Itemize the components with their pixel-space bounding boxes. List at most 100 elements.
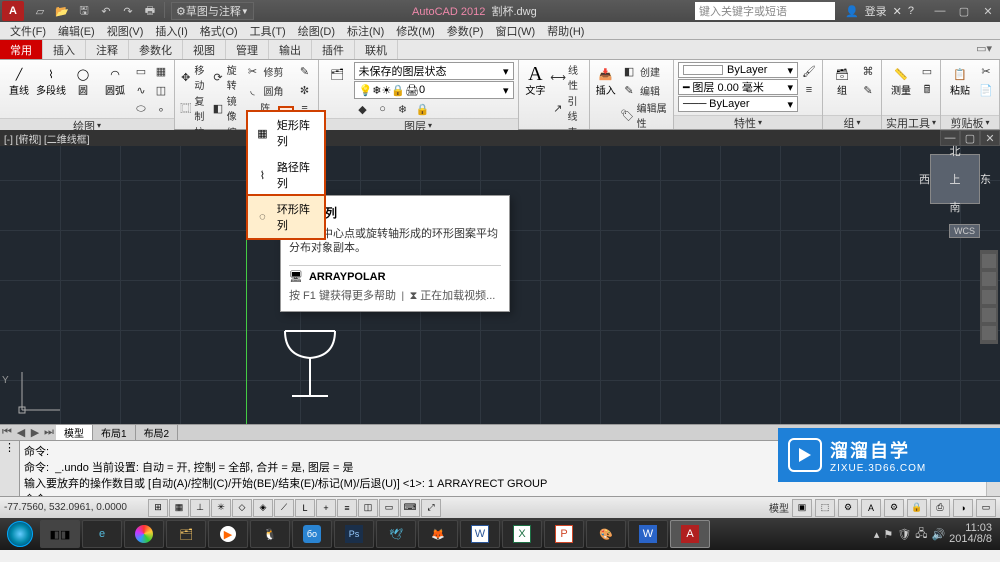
lock-icon[interactable]: 🔒: [907, 499, 927, 517]
layer-iso-icon[interactable]: ◆: [354, 100, 372, 118]
taskbar-ppt[interactable]: P: [544, 520, 584, 548]
menu-insert[interactable]: 插入(I): [149, 22, 193, 39]
tab-manage[interactable]: 管理: [226, 40, 269, 59]
color-select[interactable]: ByLayer▾: [678, 62, 798, 78]
am-toggle[interactable]: ⤢: [421, 499, 441, 517]
menu-help[interactable]: 帮助(H): [541, 22, 590, 39]
signin-label[interactable]: 登录: [865, 3, 887, 19]
insert-block-button[interactable]: 📥插入: [594, 62, 618, 130]
exchange-icon[interactable]: ✕: [893, 5, 902, 18]
layout-tab-model[interactable]: 模型: [56, 425, 93, 440]
calc-icon[interactable]: 🖩: [918, 81, 936, 99]
start-button[interactable]: [2, 520, 38, 548]
ribbon-collapse-button[interactable]: ▭▾: [968, 40, 1000, 59]
wcs-badge[interactable]: WCS: [949, 224, 980, 238]
space-label[interactable]: 模型: [769, 500, 789, 515]
tab-insert[interactable]: 插入: [43, 40, 86, 59]
maximize-button[interactable]: ▢: [952, 2, 976, 20]
cut-icon[interactable]: ✂: [977, 62, 995, 80]
view-cube[interactable]: 北 东 南 西 上: [930, 154, 980, 204]
signin-icon[interactable]: 👤: [845, 5, 859, 18]
menu-tools[interactable]: 工具(T): [244, 22, 292, 39]
tpy-toggle[interactable]: ◫: [358, 499, 378, 517]
taskbar-wps[interactable]: W: [628, 520, 668, 548]
explode-icon[interactable]: ✼: [296, 81, 314, 99]
spline-icon[interactable]: ∿: [132, 81, 150, 99]
polyline-button[interactable]: ⌇多段线: [36, 62, 66, 118]
sc-toggle[interactable]: ⌨: [400, 499, 420, 517]
3dosnap-toggle[interactable]: ◈: [253, 499, 273, 517]
group-button[interactable]: 🗃组: [827, 62, 857, 115]
layer-select[interactable]: 💡❄☀🔒🖨 0▾: [354, 81, 514, 99]
nav-orbit-icon[interactable]: [982, 308, 996, 322]
taskbar-app-2[interactable]: 🕊: [376, 520, 416, 548]
status-extra-2[interactable]: ⬚: [815, 499, 835, 517]
linetype-select[interactable]: ─── ByLayer▾: [678, 96, 798, 112]
otrack-toggle[interactable]: ⟋: [274, 499, 294, 517]
layer-state-select[interactable]: 未保存的图层状态▾: [354, 62, 514, 80]
menu-edit[interactable]: 编辑(E): [52, 22, 101, 39]
taskbar-ps[interactable]: Ps: [334, 520, 374, 548]
measure-button[interactable]: 📏测量: [886, 62, 916, 115]
fillet-icon[interactable]: ◟: [244, 81, 262, 99]
array-path-item[interactable]: ⌇路径阵列: [248, 154, 324, 196]
clean-screen-icon[interactable]: ▭: [976, 499, 996, 517]
layer-freeze-icon[interactable]: ❄: [394, 100, 412, 118]
panel-clipboard-title[interactable]: 剪贴板 ▾: [941, 115, 999, 129]
tab-view[interactable]: 视图: [183, 40, 226, 59]
panel-properties-title[interactable]: 特性 ▾: [674, 115, 822, 129]
tab-parametric[interactable]: 参数化: [129, 40, 183, 59]
erase-icon[interactable]: ✎: [296, 62, 314, 80]
layer-lock-icon[interactable]: 🔒: [414, 100, 432, 118]
nav-zoom-icon[interactable]: [982, 290, 996, 304]
point-icon[interactable]: ∘: [152, 100, 170, 118]
dim-linear-icon[interactable]: ⟷: [550, 68, 566, 86]
taskbar-explorer[interactable]: 🗂: [166, 520, 206, 548]
coords-readout[interactable]: -77.7560, 532.0961, 0.0000: [4, 502, 144, 513]
taskbar-clock[interactable]: 11:032014/8/8: [949, 523, 992, 545]
taskbar-qq[interactable]: 🐧: [250, 520, 290, 548]
polar-toggle[interactable]: ✳: [211, 499, 231, 517]
tab-last-icon[interactable]: ⏭: [42, 426, 56, 440]
match-prop-icon[interactable]: 🖌: [800, 62, 818, 80]
layer-off-icon[interactable]: ○: [374, 100, 392, 118]
circle-button[interactable]: ◯圆: [68, 62, 98, 118]
status-extra-3[interactable]: ⚙: [838, 499, 858, 517]
new-icon[interactable]: ▱: [30, 2, 50, 20]
redo-icon[interactable]: ↷: [118, 2, 138, 20]
cmd-gutter[interactable]: ⋮: [0, 441, 20, 496]
rect-icon[interactable]: ▭: [132, 62, 150, 80]
copy-icon[interactable]: ⿴: [179, 99, 192, 117]
open-icon[interactable]: 📂: [52, 2, 72, 20]
menu-param[interactable]: 参数(P): [441, 22, 490, 39]
array-rect-item[interactable]: ▦矩形阵列: [248, 112, 324, 154]
tray-up-icon[interactable]: ▴: [874, 528, 880, 541]
taskbar-360[interactable]: бо: [292, 520, 332, 548]
hardware-accel-icon[interactable]: ⎙: [930, 499, 950, 517]
menu-modify[interactable]: 修改(M): [390, 22, 441, 39]
prop-list-icon[interactable]: ≡: [800, 81, 818, 99]
nav-wheel-icon[interactable]: [982, 254, 996, 268]
tray-shield-icon[interactable]: 🛡: [897, 528, 911, 541]
taskbar-excel[interactable]: X: [502, 520, 542, 548]
grid-toggle[interactable]: ▦: [169, 499, 189, 517]
app-logo[interactable]: A: [2, 1, 24, 21]
taskbar-word[interactable]: W: [460, 520, 500, 548]
osnap-toggle[interactable]: ◇: [232, 499, 252, 517]
undo-icon[interactable]: ↶: [96, 2, 116, 20]
mirror-icon[interactable]: ◧: [211, 99, 224, 117]
panel-group-title[interactable]: 组 ▾: [823, 115, 881, 129]
snap-toggle[interactable]: ⊞: [148, 499, 168, 517]
array-polar-item[interactable]: ◌环形阵列: [246, 194, 326, 240]
layout-tab-1[interactable]: 布局1: [93, 425, 136, 440]
line-button[interactable]: ╱直线: [4, 62, 34, 118]
trim-icon[interactable]: ✂: [244, 62, 262, 80]
menu-file[interactable]: 文件(F): [4, 22, 52, 39]
status-extra-1[interactable]: ▣: [792, 499, 812, 517]
tray-network-icon[interactable]: 🖧: [915, 525, 927, 544]
tab-annotate[interactable]: 注释: [86, 40, 129, 59]
isolate-icon[interactable]: ◑: [953, 499, 973, 517]
taskbar-app-3[interactable]: 🦊: [418, 520, 458, 548]
hatch-icon[interactable]: ▦: [152, 62, 170, 80]
tab-plugins[interactable]: 插件: [312, 40, 355, 59]
